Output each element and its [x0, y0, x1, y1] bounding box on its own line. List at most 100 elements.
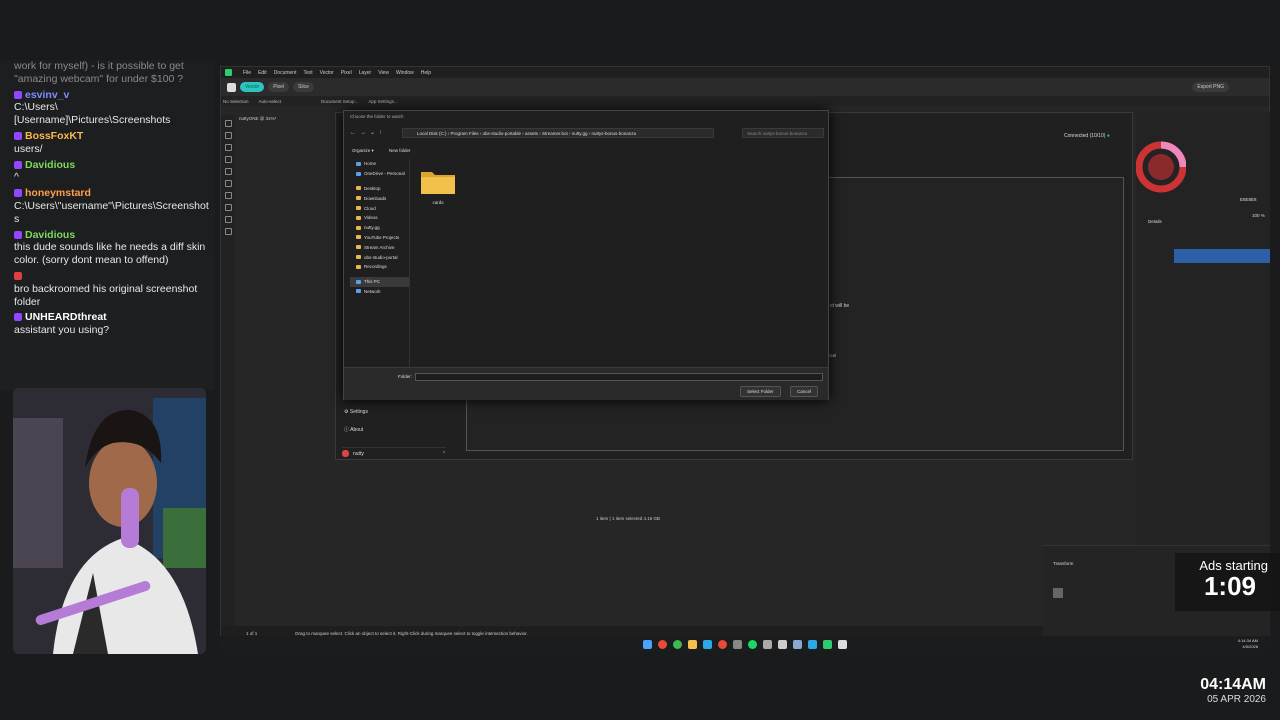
chat-text: ^ — [14, 171, 19, 184]
chat-username[interactable]: Davidious — [25, 159, 75, 171]
new-folder-button[interactable]: New folder — [389, 148, 411, 153]
chat-username[interactable]: Davidious — [25, 229, 75, 241]
tool-icon[interactable] — [763, 639, 772, 649]
menu-item-window[interactable]: Window — [396, 70, 414, 76]
document-setup-button[interactable]: Document Setup... — [321, 99, 358, 104]
avatar — [342, 450, 349, 457]
selected-layer-row[interactable] — [1174, 249, 1270, 263]
app4-icon[interactable] — [808, 639, 817, 649]
pencil-tool-icon[interactable] — [224, 156, 232, 163]
folder-field[interactable] — [415, 373, 823, 381]
app2-icon[interactable] — [778, 639, 787, 649]
brush-tool-icon[interactable] — [224, 168, 232, 175]
search-input[interactable]: Search nuttys-bonus-bonanza — [742, 128, 824, 138]
menu-item-file[interactable]: File — [243, 70, 251, 76]
folder-item-cards[interactable]: cards — [420, 167, 456, 205]
nav-label: Network — [364, 288, 381, 294]
nav-label: OneDrive - Personal — [364, 171, 405, 177]
move-tool-icon[interactable] — [224, 120, 232, 127]
address-bar[interactable]: Local Disk (C:) › Program Files › obs-st… — [402, 128, 714, 138]
auto-select-toggle[interactable]: Auto-select — [259, 99, 282, 104]
menu-item-help[interactable]: Help — [421, 70, 431, 76]
chat-username[interactable]: BossFoxKT — [25, 130, 83, 142]
nav-arrows[interactable]: ←→⌄↑ — [350, 129, 386, 136]
nav-label: Videos — [364, 215, 378, 221]
menu-item-text[interactable]: Text — [303, 70, 312, 76]
partial-cancel-button[interactable]: ncel — [828, 353, 836, 358]
text-tool-icon[interactable] — [224, 204, 232, 211]
nav-item-youtube-projects[interactable]: YouTube Projects — [350, 233, 409, 243]
context-toolbar: No Selection Auto-select Document Setup.… — [221, 96, 1269, 106]
nav-item-stream-archive[interactable]: Stream Archive — [350, 242, 409, 252]
settings-icon[interactable] — [733, 639, 742, 649]
shape-tool-icon[interactable] — [224, 192, 232, 199]
nav-item-desktop[interactable]: Desktop — [350, 184, 409, 194]
folder-icon — [356, 245, 361, 250]
slice-persona-button[interactable]: Slice — [293, 82, 314, 92]
app3-icon[interactable] — [793, 639, 802, 649]
browser-icon[interactable] — [673, 639, 682, 649]
cancel-button[interactable]: Cancel — [790, 386, 819, 397]
chat-message: work for myself) - is it possible to get… — [0, 60, 215, 86]
nav-item-home[interactable]: Home — [350, 159, 409, 169]
app-settings-button[interactable]: App Settings... — [368, 99, 397, 104]
obs-icon[interactable] — [718, 639, 727, 649]
organize-button[interactable]: Organize ▾ — [352, 148, 374, 154]
affinity-icon[interactable] — [227, 82, 236, 92]
chat-username[interactable]: esvinv_v — [25, 89, 69, 101]
fill-tool-icon[interactable] — [224, 180, 232, 187]
export-png-button[interactable]: Export PNG — [1192, 82, 1229, 92]
chat-username[interactable]: honeymstard — [25, 187, 91, 199]
nav-label: This PC — [364, 279, 381, 285]
nav-item-this-pc[interactable]: This PC — [350, 276, 409, 287]
transform-tab[interactable]: Transform — [1053, 561, 1073, 566]
zoom-tool-icon[interactable] — [224, 228, 232, 235]
nav-item-recordings[interactable]: Recordings — [350, 262, 409, 272]
nav-item-videos[interactable]: Videos — [350, 213, 409, 223]
nav-item-network[interactable]: Network — [350, 287, 409, 297]
node-tool-icon[interactable] — [224, 132, 232, 139]
menu-item-document[interactable]: Document — [274, 70, 297, 76]
ads-countdown: Ads starting 1:09 — [1175, 553, 1280, 611]
color-wheel[interactable] — [1136, 137, 1186, 197]
sidebar-item-settings[interactable]: ⚙ Settings — [344, 409, 368, 415]
streamerbot-icon[interactable] — [838, 639, 847, 649]
crop-tool-icon[interactable] — [224, 216, 232, 223]
menu-item-vector[interactable]: Vector — [320, 70, 334, 76]
sidebar-item-about[interactable]: ⓘ About — [344, 426, 363, 433]
nav-item-cloud[interactable]: Cloud — [350, 203, 409, 213]
nav-item-downloads[interactable]: Downloads — [350, 193, 409, 203]
tray-clock[interactable]: 4:14:34 AM 4/5/2026 — [1238, 638, 1258, 650]
breadcrumb[interactable]: Local Disk (C:) › Program Files › obs-st… — [417, 131, 636, 136]
nav-item-obs-studio-portal[interactable]: obs-studio-portal — [350, 252, 409, 262]
twitch-badge-icon — [14, 271, 22, 280]
anchor-icon[interactable] — [1051, 586, 1065, 600]
pen-tool-icon[interactable] — [224, 144, 232, 151]
twitch-badge-icon — [14, 230, 22, 239]
vector-persona-button[interactable]: Vector — [240, 82, 265, 92]
document-tab[interactable]: nuttyONE @ 31%* — [239, 116, 276, 121]
menu-item-edit[interactable]: Edit — [258, 70, 267, 76]
menu-item-pixel[interactable]: Pixel — [341, 70, 352, 76]
clock-date: 05 APR 2026 — [1207, 694, 1266, 705]
spotify-icon[interactable] — [748, 639, 757, 649]
nav-item-onedrive-personal[interactable]: OneDrive - Personal — [350, 169, 409, 179]
folder-icon — [356, 279, 361, 284]
affinity-taskbar-icon[interactable] — [823, 639, 832, 649]
nav-item-nutty-gg[interactable]: nutty.gg — [350, 223, 409, 233]
app-icon[interactable] — [703, 639, 712, 649]
menu-item-layer[interactable]: Layer — [359, 70, 372, 76]
right-panels: E8E8E8 100 % Details — [1136, 112, 1270, 552]
nav-label: Recordings — [364, 264, 387, 270]
select-folder-button[interactable]: Select Folder — [740, 386, 781, 397]
hex-field[interactable]: E8E8E8 — [1240, 197, 1257, 202]
start-icon[interactable] — [643, 639, 652, 649]
chat-username[interactable]: UNHEARDthreat — [25, 311, 107, 323]
pixel-persona-button[interactable]: Pixel — [268, 82, 290, 92]
stream-chat: work for myself) - is it possible to get… — [0, 60, 215, 390]
clock-time: 04:14AM — [1200, 676, 1266, 693]
chrome-icon[interactable] — [658, 639, 667, 649]
user-selector[interactable]: nutty ⌃ — [342, 447, 446, 459]
file-explorer-icon[interactable] — [688, 639, 697, 649]
menu-item-view[interactable]: View — [378, 70, 389, 76]
